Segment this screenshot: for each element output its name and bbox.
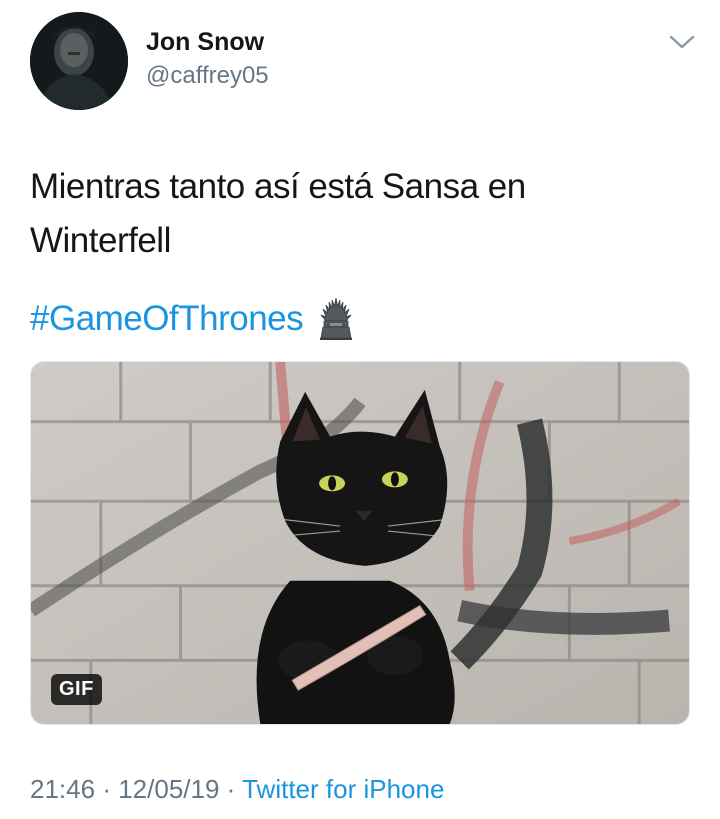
chevron-down-icon[interactable] — [668, 32, 696, 52]
hashtag-row: #GameOfThrones — [30, 292, 359, 346]
meta-separator: · — [226, 774, 236, 804]
tweet-text: Mientras tanto así está Sansa en Winterf… — [30, 160, 670, 268]
tweet-text-line: Mientras tanto así está Sansa en — [30, 167, 526, 206]
tweet-time: 21:46 — [30, 774, 96, 804]
author-handle[interactable]: @caffrey05 — [146, 62, 269, 90]
cat-gif-image — [31, 362, 689, 724]
author-avatar[interactable] — [30, 12, 128, 110]
tweet-text-line: Winterfell — [30, 221, 171, 260]
author-display-name[interactable]: Jon Snow — [146, 28, 264, 57]
meta-separator: · — [102, 774, 111, 804]
avatar-portrait-image — [30, 12, 128, 110]
tweet-media-gif[interactable]: GIF — [30, 361, 690, 725]
hashtag-link[interactable]: #GameOfThrones — [30, 292, 304, 346]
tweet-meta: 21:46 · 12/05/19 · Twitter for iPhone — [30, 774, 444, 805]
iron-throne-emoji-icon — [320, 297, 353, 340]
tweet-source-link[interactable]: Twitter for iPhone — [242, 774, 444, 804]
gif-badge: GIF — [51, 674, 102, 705]
tweet-date[interactable]: 12/05/19 — [118, 774, 219, 804]
